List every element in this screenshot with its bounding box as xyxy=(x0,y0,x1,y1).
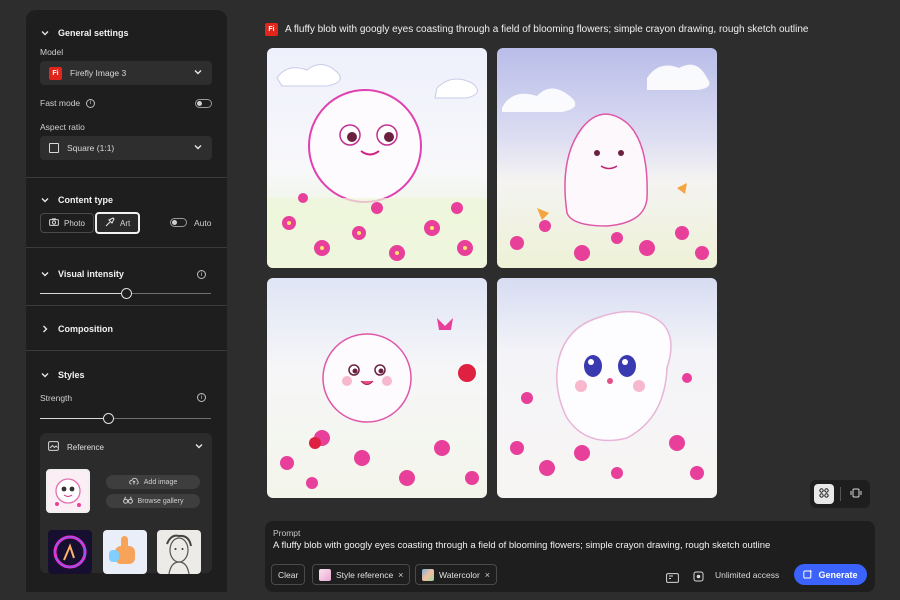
prompt-label: Prompt xyxy=(273,528,301,538)
info-icon[interactable]: i xyxy=(86,98,96,108)
aspect-ratio-dropdown[interactable]: Square (1:1) xyxy=(40,136,212,160)
auto-label: Auto xyxy=(194,218,212,228)
styles-section: Styles Strength i Reference Add image Br… xyxy=(26,351,227,592)
firefly-logo-icon: Fi xyxy=(49,66,62,80)
chevron-down-icon xyxy=(40,28,50,38)
style-reference-label: Style reference xyxy=(336,569,394,580)
chevron-down-icon xyxy=(40,195,50,205)
art-button[interactable]: Art xyxy=(95,212,141,234)
gallery-thumbnail-sketch-portrait[interactable] xyxy=(157,530,201,574)
unlimited-access-label: Unlimited access xyxy=(715,570,780,580)
general-settings-title: General settings xyxy=(58,28,129,38)
slider-knob[interactable] xyxy=(120,288,132,299)
add-image-button[interactable]: Add image xyxy=(106,475,200,489)
square-icon xyxy=(49,143,59,153)
composition-title: Composition xyxy=(58,324,113,334)
general-settings-section: General settings Model Fi Firefly Image … xyxy=(26,10,227,178)
content-type-header[interactable]: Content type xyxy=(40,195,113,205)
prompt-input[interactable]: A fluffy blob with googly eyes coasting … xyxy=(273,540,770,551)
chevron-down-icon xyxy=(194,441,204,453)
slider-fill xyxy=(40,293,126,294)
grid-view-button[interactable] xyxy=(814,484,834,504)
clear-label: Clear xyxy=(278,569,299,580)
reference-header[interactable]: Reference xyxy=(48,441,204,453)
watercolor-label: Watercolor xyxy=(439,569,480,580)
info-icon[interactable]: i xyxy=(197,393,206,402)
slider-fill xyxy=(40,418,109,419)
browse-gallery-label: Browse gallery xyxy=(137,497,184,505)
credits-icon xyxy=(693,569,704,587)
strength-slider[interactable] xyxy=(40,412,211,426)
styles-header[interactable]: Styles xyxy=(40,370,85,380)
watercolor-thumb xyxy=(422,568,434,581)
result-prompt-text: A fluffy blob with googly eyes coasting … xyxy=(285,24,809,35)
photo-label: Photo xyxy=(64,218,85,228)
prompt-bar: Prompt A fluffy blob with googly eyes co… xyxy=(265,521,875,592)
firefly-logo-icon: Fi xyxy=(265,23,278,36)
fast-mode-label: Fast mode xyxy=(40,98,81,108)
binoculars-icon xyxy=(122,496,133,506)
carousel-icon xyxy=(850,485,862,503)
close-icon[interactable]: × xyxy=(398,570,403,580)
fast-mode-toggle[interactable] xyxy=(195,99,212,108)
visual-intensity-header[interactable]: Visual intensity xyxy=(40,269,124,279)
browse-gallery-button[interactable]: Browse gallery xyxy=(106,494,200,508)
reference-thumbnail[interactable] xyxy=(46,469,90,513)
composition-section: Composition xyxy=(26,306,227,351)
styles-title: Styles xyxy=(58,370,85,380)
reference-image-icon xyxy=(48,441,59,453)
add-image-label: Add image xyxy=(143,478,178,486)
generated-image-1[interactable] xyxy=(267,48,487,268)
chevron-right-icon xyxy=(40,324,50,334)
result-prompt-heading: Fi A fluffy blob with googly eyes coasti… xyxy=(265,23,808,36)
view-toggle xyxy=(810,480,870,508)
style-reference-chip[interactable]: Style reference × xyxy=(312,564,411,585)
gallery-thumbnail-3d-hand[interactable] xyxy=(103,530,147,574)
watercolor-chip[interactable]: Watercolor × xyxy=(415,564,498,585)
model-dropdown[interactable]: Fi Firefly Image 3 xyxy=(40,61,212,85)
strength-label: Strength xyxy=(40,393,73,403)
fast-mode-row: Fast mode i xyxy=(40,98,96,108)
general-settings-header[interactable]: General settings xyxy=(40,28,129,38)
chevron-down-icon xyxy=(40,370,50,380)
auto-toggle[interactable] xyxy=(170,218,187,227)
content-type-section: Content type Photo Art Auto xyxy=(26,178,227,248)
upload-cloud-icon xyxy=(129,477,139,487)
style-reference-thumb xyxy=(319,568,331,581)
single-view-button[interactable] xyxy=(846,484,866,504)
photo-button[interactable]: Photo xyxy=(40,213,94,233)
model-label: Model xyxy=(40,47,64,57)
visual-intensity-title: Visual intensity xyxy=(58,269,124,279)
generate-button[interactable]: Generate xyxy=(794,564,867,585)
clear-button[interactable]: Clear xyxy=(271,564,306,585)
chevron-down-icon xyxy=(193,67,203,79)
art-label: Art xyxy=(120,218,131,228)
camera-icon xyxy=(49,218,59,228)
content-type-title: Content type xyxy=(58,195,113,205)
gallery-thumbnail-neon[interactable] xyxy=(48,530,92,574)
visual-intensity-section: Visual intensity i xyxy=(26,248,227,306)
close-icon[interactable]: × xyxy=(485,570,490,580)
aspect-ratio-value: Square (1:1) xyxy=(67,143,115,153)
aspect-settings-icon[interactable] xyxy=(666,570,679,588)
divider xyxy=(839,487,841,501)
visual-intensity-slider[interactable] xyxy=(40,287,211,301)
aspect-ratio-label: Aspect ratio xyxy=(40,122,85,132)
model-value: Firefly Image 3 xyxy=(70,68,127,78)
brush-icon xyxy=(105,217,115,229)
composition-header[interactable]: Composition xyxy=(40,324,113,334)
generate-icon xyxy=(803,569,813,581)
grid-icon xyxy=(819,485,829,503)
generated-image-4[interactable] xyxy=(497,278,717,498)
reference-title: Reference xyxy=(67,442,104,452)
generated-image-2[interactable] xyxy=(497,48,717,268)
generate-label: Generate xyxy=(818,569,858,580)
generated-image-3[interactable] xyxy=(267,278,487,498)
reference-panel: Reference Add image Browse gallery xyxy=(40,433,212,574)
slider-knob[interactable] xyxy=(103,413,115,424)
info-icon[interactable]: i xyxy=(197,270,206,279)
chevron-down-icon xyxy=(40,269,50,279)
settings-sidebar: General settings Model Fi Firefly Image … xyxy=(26,10,227,592)
chevron-down-icon xyxy=(193,142,203,154)
